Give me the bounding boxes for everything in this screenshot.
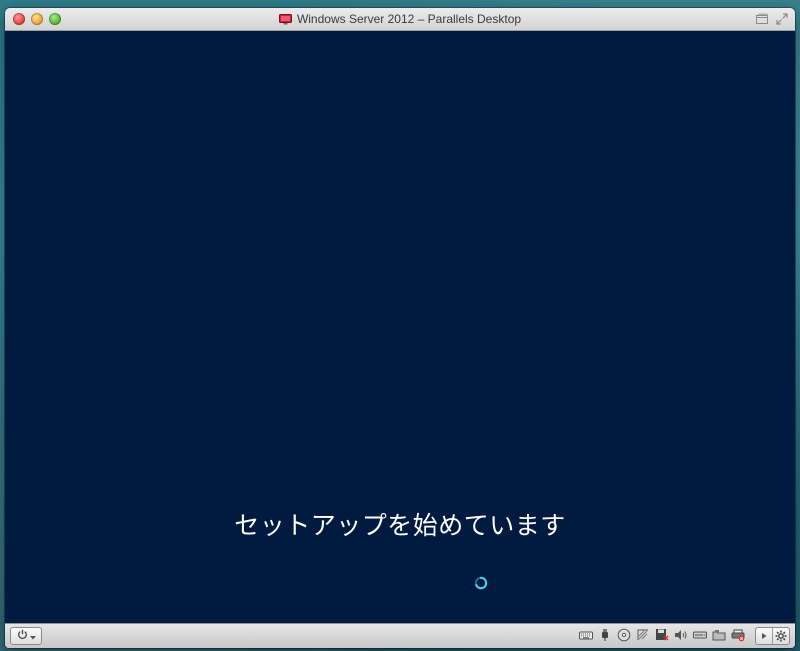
- cd-dvd-icon[interactable]: [617, 628, 631, 642]
- parallels-window: Windows Server 2012 – Parallels Desktop …: [5, 8, 795, 648]
- play-arrow-icon[interactable]: [756, 628, 772, 644]
- power-button[interactable]: [10, 627, 42, 645]
- sound-icon[interactable]: [674, 628, 688, 642]
- shared-folder-icon[interactable]: [712, 628, 726, 642]
- fullscreen-icon[interactable]: [775, 12, 789, 26]
- vm-display[interactable]: セットアップを始めています: [5, 31, 795, 624]
- floppy-disk-icon[interactable]: [655, 628, 669, 642]
- hard-disk-icon[interactable]: [693, 628, 707, 642]
- title-bar-controls: [755, 12, 789, 26]
- right-button-group: [755, 627, 790, 645]
- network-icon[interactable]: [636, 628, 650, 642]
- window-list-icon[interactable]: [755, 12, 769, 26]
- window-title-group: Windows Server 2012 – Parallels Desktop: [5, 8, 795, 30]
- loading-spinner-icon: [474, 576, 488, 590]
- window-title: Windows Server 2012 – Parallels Desktop: [296, 12, 522, 26]
- title-bar[interactable]: Windows Server 2012 – Parallels Desktop: [5, 8, 795, 31]
- power-icon: [17, 627, 28, 645]
- chevron-down-icon: [29, 627, 36, 645]
- setup-status-text: セットアップを始めています: [234, 511, 566, 540]
- usb-icon[interactable]: [598, 628, 612, 642]
- keyboard-icon[interactable]: [579, 628, 593, 642]
- vm-monitor-icon: [278, 13, 292, 25]
- device-icons: [579, 628, 745, 642]
- printer-icon[interactable]: [731, 628, 745, 642]
- settings-gear-icon[interactable]: [773, 628, 789, 644]
- status-toolbar: [5, 623, 795, 648]
